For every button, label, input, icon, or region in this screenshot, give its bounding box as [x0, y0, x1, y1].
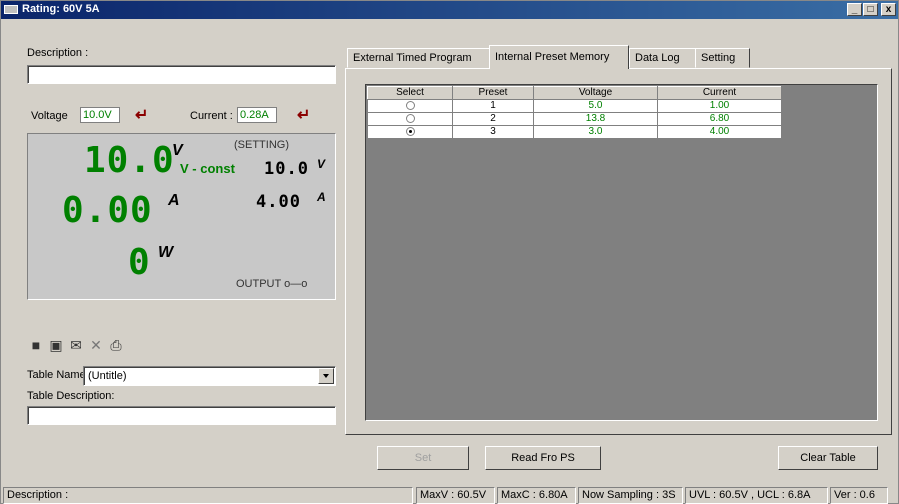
current-input[interactable]: 0.28A	[237, 107, 277, 123]
set-current-unit: A	[317, 190, 326, 204]
tab-setting[interactable]: Setting	[695, 48, 750, 68]
setting-label: (SETTING)	[234, 139, 289, 151]
status-sampling: Now Sampling : 3S	[578, 487, 683, 504]
tab-external-timed-program[interactable]: External Timed Program	[347, 48, 490, 68]
preset-cell: 1	[452, 99, 534, 113]
main-window: Rating: 60V 5A _ □ x Description : Volta…	[0, 0, 899, 504]
column-header: Current	[657, 86, 782, 100]
status-description: Description :	[3, 487, 413, 504]
clear-table-button[interactable]: Clear Table	[778, 446, 878, 470]
voltage-cell[interactable]: 5.0	[533, 99, 658, 113]
output-indicator: OUTPUT o—o	[236, 278, 308, 290]
voltage-unit: V	[172, 142, 183, 159]
window-title: Rating: 60V 5A	[22, 3, 100, 15]
table-header-row: Select Preset Voltage Current	[367, 86, 782, 100]
close-button[interactable]: x	[881, 3, 896, 16]
read-from-ps-button[interactable]: Read Fro PS	[485, 446, 601, 470]
preset-cell: 2	[452, 112, 534, 126]
table-row[interactable]: 2 13.8 6.80	[367, 112, 782, 126]
tab-data-log[interactable]: Data Log	[629, 48, 696, 68]
column-header: Preset	[452, 86, 534, 100]
select-radio-selected[interactable]	[405, 126, 415, 136]
preset-table: Select Preset Voltage Current 1 5.0 1.00…	[367, 86, 782, 139]
tab-internal-preset-memory[interactable]: Internal Preset Memory	[489, 45, 629, 69]
status-version: Ver : 0.6	[830, 487, 888, 504]
chevron-down-icon[interactable]	[318, 368, 334, 384]
open-folder-icon[interactable]: ✉	[69, 338, 83, 352]
status-uvl-ucl: UVL : 60.5V , UCL : 6.8A	[685, 487, 828, 504]
readout-panel: 10.0 V (SETTING) V - const 10.0 V 0.00 A…	[27, 133, 336, 300]
table-name-value: (Untitle)	[88, 370, 127, 382]
select-radio[interactable]	[405, 100, 415, 110]
select-cell[interactable]	[367, 99, 453, 113]
status-maxc: MaxC : 6.80A	[497, 487, 576, 504]
power-unit: W	[158, 244, 174, 261]
current-label: Current :	[190, 110, 233, 122]
set-voltage-reading: 10.0	[264, 159, 309, 179]
voltage-input[interactable]: 10.0V	[80, 107, 120, 123]
description-label: Description :	[27, 47, 89, 59]
voltage-cell[interactable]: 13.8	[533, 112, 658, 126]
voltage-enter-icon[interactable]: ↵	[135, 105, 148, 125]
set-current-reading: 4.00	[256, 192, 301, 212]
new-file-icon[interactable]: ■	[29, 338, 43, 352]
set-button[interactable]: Set	[377, 446, 469, 470]
save-icon[interactable]: ▣	[49, 338, 63, 352]
voltage-label: Voltage	[31, 110, 68, 122]
power-reading: 0	[128, 242, 151, 283]
table-name-select[interactable]: (Untitle)	[83, 366, 336, 386]
table-row[interactable]: 1 5.0 1.00	[367, 99, 782, 113]
voltage-cell[interactable]: 3.0	[533, 125, 658, 139]
maximize-button[interactable]: □	[863, 3, 878, 16]
select-cell[interactable]	[367, 112, 453, 126]
delete-icon[interactable]: ✕	[89, 338, 103, 352]
current-cell[interactable]: 1.00	[657, 99, 782, 113]
table-description-label: Table Description:	[27, 390, 115, 402]
select-radio[interactable]	[405, 113, 415, 123]
column-header: Voltage	[533, 86, 658, 100]
column-header: Select	[367, 86, 453, 100]
status-maxv: MaxV : 60.5V	[416, 487, 495, 504]
current-unit: A	[168, 192, 180, 209]
table-name-label: Table Name:	[27, 369, 89, 381]
print-icon[interactable]: ⎙	[109, 338, 123, 352]
voltage-reading: 10.0	[84, 140, 175, 181]
description-input[interactable]	[27, 65, 336, 84]
preset-cell: 3	[452, 125, 534, 139]
mode-label: V - const	[180, 161, 235, 176]
current-reading: 0.00	[62, 190, 153, 231]
select-cell[interactable]	[367, 125, 453, 139]
current-enter-icon[interactable]: ↵	[297, 105, 310, 125]
title-bar[interactable]: Rating: 60V 5A _ □ x	[1, 1, 898, 19]
minimize-button[interactable]: _	[847, 3, 862, 16]
current-cell[interactable]: 6.80	[657, 112, 782, 126]
current-cell[interactable]: 4.00	[657, 125, 782, 139]
app-icon	[4, 5, 18, 14]
table-description-input[interactable]	[27, 406, 336, 425]
table-row[interactable]: 3 3.0 4.00	[367, 125, 782, 139]
set-voltage-unit: V	[317, 157, 326, 171]
